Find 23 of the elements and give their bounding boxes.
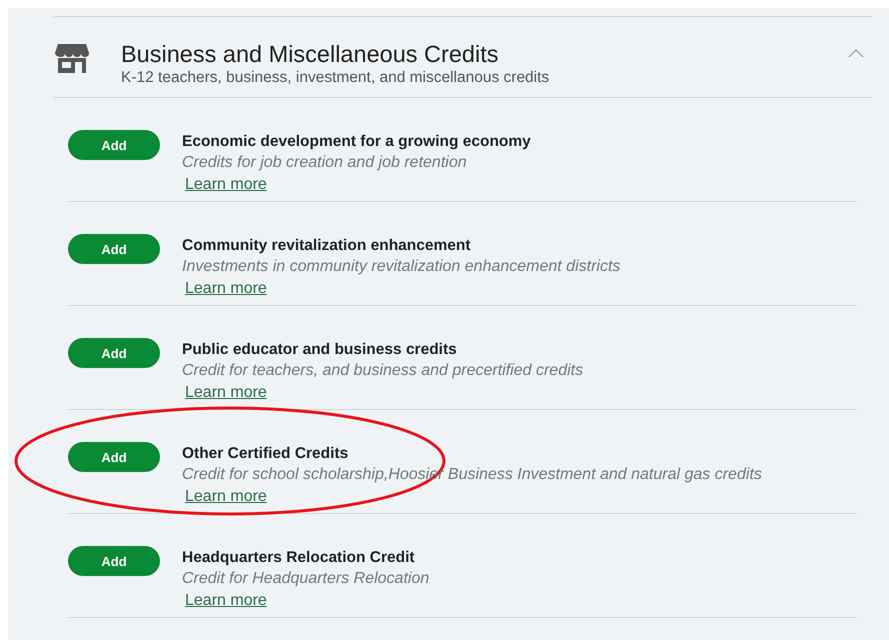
- credit-title: Headquarters Relocation Credit: [182, 548, 416, 568]
- credit-title: Other Certified Credits: [182, 444, 350, 464]
- credit-description: Credit for Headquarters Relocation: [182, 569, 430, 589]
- learn-more-link[interactable]: Learn more: [185, 174, 267, 195]
- credit-description: Credits for job creation and job retention: [182, 153, 468, 173]
- learn-more-link[interactable]: Learn more: [185, 382, 267, 403]
- add-button[interactable]: Add: [68, 234, 160, 264]
- section-subtitle: K-12 teachers, business, investment, and miscellanous credits: [121, 68, 550, 88]
- storefront-icon: [55, 43, 89, 73]
- credit-description: Credit for teachers, and business and precertified credits: [182, 361, 584, 381]
- add-button[interactable]: Add: [68, 130, 160, 160]
- credit-title: Public educator and business credits: [182, 340, 458, 360]
- add-button[interactable]: Add: [68, 442, 160, 472]
- learn-more-link[interactable]: Learn more: [185, 590, 267, 611]
- add-button[interactable]: Add: [68, 546, 160, 576]
- credit-title: Community revitalization enhancement: [182, 236, 472, 256]
- learn-more-link[interactable]: Learn more: [185, 278, 267, 299]
- chevron-up-icon[interactable]: [848, 49, 864, 58]
- credit-description: Investments in community revitalization enhancement districts: [182, 257, 620, 277]
- credit-title: Economic development for a growing economy: [182, 132, 531, 152]
- learn-more-link[interactable]: Learn more: [185, 486, 267, 507]
- add-button[interactable]: Add: [68, 338, 160, 368]
- section-title: Business and Miscellaneous Credits: [121, 41, 500, 67]
